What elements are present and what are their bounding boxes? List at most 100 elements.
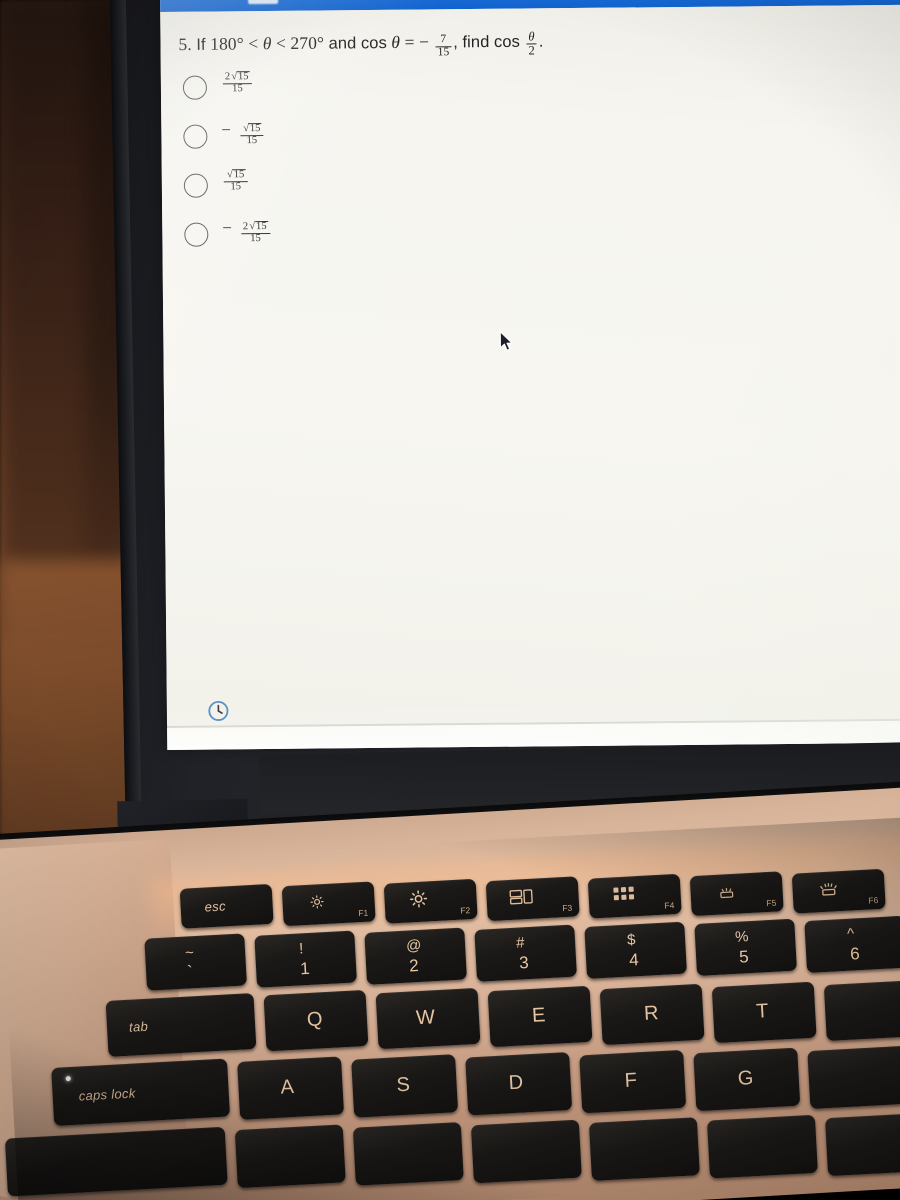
two-key-bottom-label: 2 <box>408 956 420 976</box>
brightness-up-icon <box>408 888 429 914</box>
f-key[interactable]: F <box>579 1049 687 1114</box>
answer-option-a[interactable]: 2√15 15 <box>182 66 603 119</box>
d-key[interactable]: D <box>465 1051 573 1116</box>
two-key-top-label: @ <box>405 936 422 955</box>
f3-key-label: F3 <box>562 902 573 914</box>
t-key[interactable]: T <box>711 981 817 1044</box>
question-cos-argument: θ <box>391 31 401 53</box>
shift-key-partial[interactable] <box>4 1126 228 1197</box>
six-key[interactable]: ^ 6 <box>804 915 900 974</box>
five-key-top-label: % <box>734 928 749 946</box>
r-key-label: R <box>643 1002 660 1025</box>
c-key-partial[interactable] <box>470 1119 582 1184</box>
launchpad-icon <box>613 886 636 907</box>
q-key[interactable]: Q <box>263 989 369 1052</box>
four-key-bottom-label: 4 <box>628 950 640 970</box>
question-conjunction: and <box>328 34 357 53</box>
keyboard-backlight-down-icon <box>716 885 737 905</box>
tab-key[interactable]: tab <box>105 992 257 1057</box>
r-key[interactable]: R <box>599 983 705 1046</box>
s-key[interactable]: S <box>351 1054 459 1118</box>
f6-key-label: F6 <box>868 895 879 906</box>
option-d-radical: √15 <box>248 221 268 233</box>
y-key-partial[interactable] <box>823 979 900 1042</box>
e-key-label: E <box>531 1004 546 1027</box>
option-c-radicand: 15 <box>232 169 246 182</box>
two-key[interactable]: @ 2 <box>364 927 467 985</box>
option-a-radical: √15 <box>230 71 250 83</box>
option-b-fraction: √15 15 <box>239 123 264 146</box>
question-prefix: If <box>196 35 206 54</box>
cos-value-numerator: 7 <box>435 33 452 47</box>
question-period: . <box>538 32 544 51</box>
option-d-radicand: 15 <box>254 221 268 233</box>
question-comma: , <box>453 33 459 52</box>
cos-value-fraction: 7 15 <box>435 33 452 58</box>
d-key-label: D <box>508 1071 524 1095</box>
answer-option-d[interactable]: − 2√15 15 <box>184 213 604 266</box>
f1-key-label: F1 <box>358 907 369 919</box>
t-key-label: T <box>755 1000 769 1023</box>
radio-button-d[interactable] <box>184 222 209 247</box>
f3-key[interactable]: F3 <box>485 876 580 922</box>
question-range-lower: 180° <box>210 33 244 54</box>
f1-key[interactable]: F1 <box>281 881 376 927</box>
answer-options-list: 2√15 15 − √15 15 √15 15 − 2√15 15 <box>182 66 605 266</box>
photo-of-laptop-screen: 5. If 180° < θ < 270° and cos θ = − 7 15… <box>0 0 900 1200</box>
b-key-partial[interactable] <box>706 1114 818 1179</box>
caps-lock-key[interactable]: caps lock <box>51 1058 231 1126</box>
four-key[interactable]: $ 4 <box>584 921 687 979</box>
option-b-denominator: 15 <box>246 134 258 146</box>
answer-option-c-value: √15 15 <box>222 169 250 193</box>
answer-option-d-value: − 2√15 15 <box>222 218 272 245</box>
g-key-label: G <box>737 1067 754 1090</box>
radio-button-b[interactable] <box>183 124 208 149</box>
radio-button-a[interactable] <box>182 75 208 100</box>
option-b-negative-sign: − <box>221 120 232 140</box>
f2-key-label: F2 <box>460 905 471 916</box>
f6-key[interactable]: F6 <box>791 868 886 914</box>
keyboard-backlight-up-icon <box>817 881 840 902</box>
question-number: 5. <box>178 33 192 55</box>
v-key-partial[interactable] <box>588 1117 700 1181</box>
option-d-fraction: 2√15 15 <box>240 221 270 244</box>
f-key-label: F <box>624 1069 638 1093</box>
three-key-bottom-label: 3 <box>518 953 530 973</box>
s-key-label: S <box>395 1073 411 1097</box>
g-key[interactable]: G <box>693 1047 801 1112</box>
quiz-page: 5. If 180° < θ < 270° and cos θ = − 7 15… <box>160 4 900 750</box>
one-key[interactable]: ! 1 <box>254 930 357 988</box>
radio-button-c[interactable] <box>183 173 208 198</box>
option-b-radicand: 15 <box>248 123 262 135</box>
w-key-label: W <box>415 1006 436 1030</box>
brightness-down-icon <box>308 893 326 916</box>
three-key[interactable]: # 3 <box>474 924 577 982</box>
x-key-partial[interactable] <box>352 1121 464 1186</box>
six-key-top-label: ^ <box>846 925 855 943</box>
f4-key[interactable]: F4 <box>587 873 682 919</box>
n-key-partial[interactable] <box>824 1112 900 1177</box>
answer-option-b-value: − √15 15 <box>221 120 266 147</box>
e-key[interactable]: E <box>487 985 593 1048</box>
h-key-partial[interactable] <box>807 1045 900 1110</box>
question-cos-label: cos <box>360 34 387 53</box>
answer-option-c[interactable]: √15 15 <box>183 164 604 217</box>
clock-icon[interactable] <box>207 699 230 722</box>
answer-option-a-value: 2√15 15 <box>221 71 254 95</box>
option-a-fraction: 2√15 15 <box>222 71 252 94</box>
three-key-top-label: # <box>515 934 525 952</box>
f5-key[interactable]: F5 <box>689 871 784 917</box>
option-d-denominator: 15 <box>250 232 261 244</box>
a-key[interactable]: A <box>237 1056 345 1120</box>
five-key[interactable]: % 5 <box>694 918 797 976</box>
target-denominator: 2 <box>528 42 535 58</box>
browser-tab[interactable] <box>248 0 279 5</box>
esc-key[interactable]: esc <box>179 883 274 929</box>
tilde-key[interactable]: ~ ` <box>144 933 247 991</box>
z-key-partial[interactable] <box>234 1124 346 1189</box>
f2-key[interactable]: F2 <box>383 878 478 924</box>
w-key[interactable]: W <box>375 987 481 1050</box>
answer-option-b[interactable]: − √15 15 <box>183 115 603 168</box>
q-key-label: Q <box>306 1008 324 1032</box>
a-key-label: A <box>279 1075 295 1099</box>
